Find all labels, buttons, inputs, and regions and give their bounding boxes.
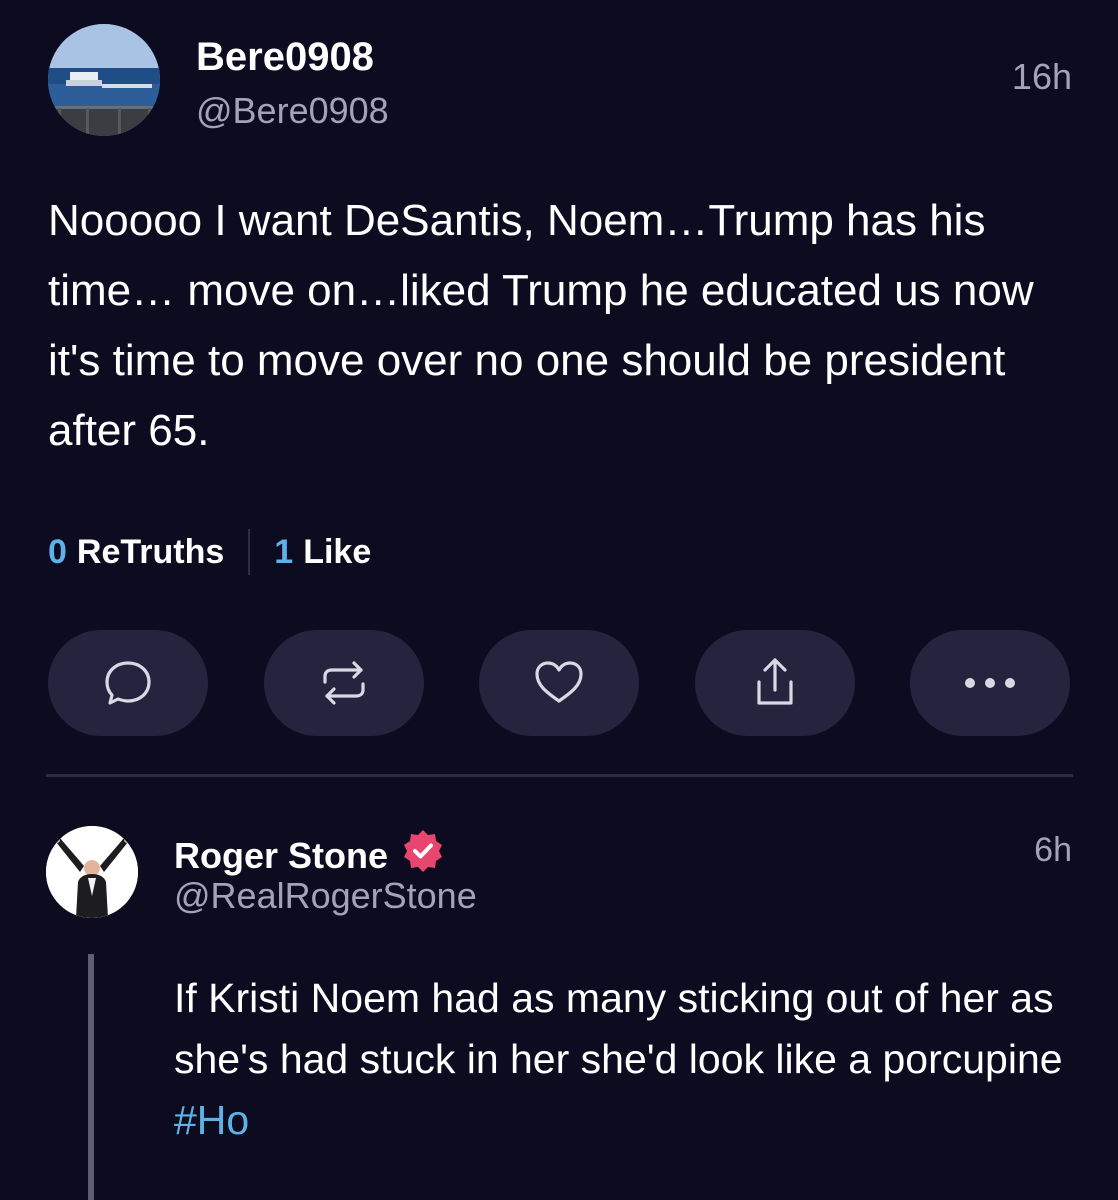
post-stats: 0 ReTruths 1 Like: [48, 528, 371, 576]
reply-display-name[interactable]: Roger Stone: [174, 834, 388, 878]
action-bar: [48, 630, 1070, 736]
retruths-label[interactable]: ReTruths: [77, 533, 224, 572]
hashtag-link[interactable]: #Ho: [174, 1097, 249, 1143]
reply-body-text: If Kristi Noem had as many sticking out …: [174, 975, 1063, 1082]
likes-count[interactable]: 1: [274, 533, 293, 572]
comment-icon: [105, 661, 151, 705]
user-handle[interactable]: @Bere0908: [196, 90, 389, 132]
likes-label[interactable]: Like: [303, 533, 371, 572]
display-name[interactable]: Bere0908: [196, 34, 374, 80]
reply-avatar[interactable]: [46, 826, 138, 918]
stats-divider: [248, 529, 251, 575]
section-divider: [46, 774, 1073, 777]
more-icon: [965, 678, 1015, 688]
reply-user-handle[interactable]: @RealRogerStone: [174, 874, 477, 918]
post-text: Nooooo I want DeSantis, Noem…Trump has h…: [48, 196, 1034, 455]
avatar-lake-photo: [48, 24, 160, 136]
heart-icon: [535, 661, 583, 703]
reply-button[interactable]: [48, 630, 208, 736]
retruth-button[interactable]: [263, 630, 424, 736]
avatar-person-photo: [46, 826, 138, 918]
retruth-icon: [322, 661, 365, 705]
more-options-button[interactable]: [910, 630, 1070, 736]
thread-line: [88, 954, 94, 1200]
avatar[interactable]: [48, 24, 160, 136]
share-button[interactable]: [694, 630, 855, 736]
share-icon: [756, 658, 793, 705]
reply-text: If Kristi Noem had as many sticking out …: [174, 968, 1074, 1151]
like-button[interactable]: [479, 630, 639, 736]
retruths-count[interactable]: 0: [48, 533, 67, 572]
post-timestamp: 16h: [1011, 56, 1072, 97]
reply-timestamp: 6h: [1034, 831, 1072, 869]
